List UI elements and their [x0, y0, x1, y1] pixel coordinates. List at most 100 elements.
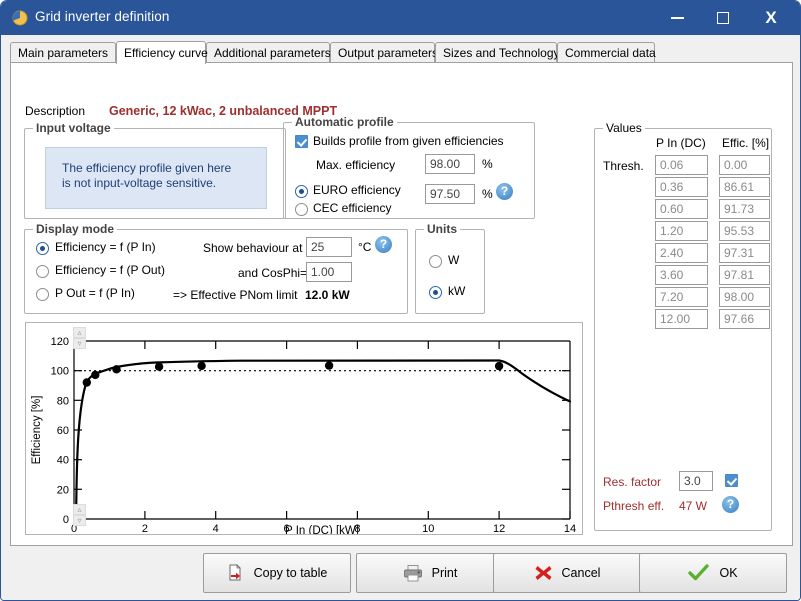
display-mode-radio-eff-fpin[interactable]: [36, 242, 49, 255]
svg-text:2: 2: [142, 523, 148, 534]
res-factor-label: Res. factor: [603, 475, 662, 489]
display-mode-group: Display mode Efficiency = f (P In) Effic…: [24, 222, 408, 314]
pin-input-6[interactable]: 7.20: [655, 287, 708, 307]
max-efficiency-label: Max. efficiency: [316, 158, 396, 172]
copy-to-table-label: Copy to table: [253, 566, 328, 580]
efficiency-chart-svg: 020 4060 80100 120 02 46 8 10 12 14 P In…: [31, 336, 576, 534]
efficiency-chart: 0 20 40 60 80 100 120 02 46 8 10 12 14 P…: [25, 322, 583, 535]
cec-efficiency-label: CEC efficiency: [313, 201, 392, 215]
tab-commercial-data[interactable]: Commercial data: [557, 42, 656, 63]
cancel-button[interactable]: Cancel: [493, 553, 641, 593]
svg-text:120: 120: [51, 336, 69, 348]
description-label: Description: [25, 104, 86, 118]
input-voltage-group-title: Input voltage: [33, 121, 114, 135]
res-factor-input[interactable]: 3.0: [679, 471, 713, 491]
print-label: Print: [431, 566, 458, 580]
pin-input-7[interactable]: 12.00: [655, 309, 708, 329]
printer-icon: [403, 564, 423, 582]
res-factor-checkbox[interactable]: [725, 474, 738, 487]
automatic-profile-help-icon[interactable]: ?: [496, 183, 513, 200]
ok-button[interactable]: OK: [639, 553, 787, 593]
maximize-button[interactable]: [700, 1, 746, 35]
close-x-icon: [534, 564, 553, 582]
tab-strip: Main parameters Efficiency curve Additio…: [10, 41, 793, 64]
pin-input-3[interactable]: 1.20: [655, 221, 708, 241]
effic-input-2[interactable]: 91.73: [719, 199, 770, 219]
cec-efficiency-radio[interactable]: [295, 203, 308, 216]
effic-input-3[interactable]: 95.53: [719, 221, 770, 241]
input-voltage-message: The efficiency profile given here is not…: [45, 147, 267, 209]
y-axis-min-down-spinner[interactable]: ▿: [73, 515, 86, 526]
tab-sizes-and-technology[interactable]: Sizes and Technology: [435, 42, 560, 63]
display-mode-radio-pout-fpin[interactable]: [36, 288, 49, 301]
thresh-label: Thresh.: [603, 159, 644, 173]
show-behaviour-label: Show behaviour at: [203, 241, 303, 255]
pthresh-value: 47 W: [679, 499, 708, 513]
display-mode-label-pout-fpin: P Out = f (P In): [55, 286, 135, 300]
euro-efficiency-input[interactable]: 97.50: [425, 184, 475, 204]
effic-input-0[interactable]: 0.00: [719, 155, 770, 175]
effic-input-6[interactable]: 98.00: [719, 287, 770, 307]
pthresh-label: Pthresh eff.: [603, 499, 665, 513]
y-axis-max-down-spinner[interactable]: ▿: [73, 338, 86, 349]
automatic-profile-group-title: Automatic profile: [292, 115, 397, 129]
svg-text:12: 12: [493, 523, 505, 534]
values-group-title: Values: [603, 121, 645, 135]
builds-profile-checkbox[interactable]: [295, 135, 308, 148]
automatic-profile-group: Automatic profile Builds profile from gi…: [283, 115, 535, 219]
y-axis-min-up-spinner[interactable]: ▵: [73, 504, 86, 515]
efficiency-curve-path: [75, 359, 501, 521]
values-col-header-pin: P In (DC): [656, 136, 706, 150]
display-mode-label-eff-fpin: Efficiency = f (P In): [55, 240, 156, 254]
pin-input-4[interactable]: 2.40: [655, 243, 708, 263]
pnom-limit-value: 12.0 kW: [305, 288, 350, 302]
copy-to-table-button[interactable]: Copy to table: [203, 553, 351, 593]
checkmark-icon: [688, 564, 710, 582]
title-bar: Grid inverter definition X: [1, 1, 800, 35]
maximize-icon: [717, 12, 729, 24]
tab-additional-parameters[interactable]: Additional parameters: [206, 42, 331, 63]
display-mode-label-eff-fpout: Efficiency = f (P Out): [55, 263, 165, 277]
display-mode-radio-eff-fpout[interactable]: [36, 265, 49, 278]
y-axis-max-up-spinner[interactable]: ▵: [73, 327, 86, 338]
pnom-limit-label: => Effective PNom limit: [173, 288, 298, 302]
tab-efficiency-curve[interactable]: Efficiency curve: [116, 41, 208, 64]
builds-profile-label: Builds profile from given efficiencies: [313, 134, 504, 148]
display-mode-help-icon[interactable]: ?: [375, 236, 392, 253]
pin-input-2[interactable]: 0.60: [655, 199, 708, 219]
effic-input-7[interactable]: 97.66: [719, 309, 770, 329]
units-radio-kw[interactable]: [429, 286, 442, 299]
units-radio-w[interactable]: [429, 255, 442, 268]
svg-text:40: 40: [57, 455, 69, 467]
tab-output-parameters[interactable]: Output parameters: [330, 42, 438, 63]
cancel-label: Cancel: [561, 566, 601, 580]
chart-ylabel: Efficiency [%]: [31, 396, 43, 465]
minimize-button[interactable]: [654, 1, 700, 35]
efficiency-data-points: [73, 361, 504, 522]
input-voltage-group: Input voltage The efficiency profile giv…: [24, 121, 286, 219]
grid-inverter-definition-window: Grid inverter definition X Main paramete…: [0, 0, 801, 601]
pin-input-5[interactable]: 3.60: [655, 265, 708, 285]
show-behaviour-input[interactable]: 25: [306, 237, 352, 257]
close-button[interactable]: X: [748, 1, 794, 35]
client-area: Main parameters Efficiency curve Additio…: [1, 35, 800, 600]
max-efficiency-input[interactable]: 98.00: [425, 154, 475, 174]
units-label-kw: kW: [448, 284, 466, 298]
pin-input-1[interactable]: 0.36: [655, 177, 708, 197]
pin-input-0[interactable]: 0.06: [655, 155, 708, 175]
print-button[interactable]: Print: [356, 553, 504, 593]
max-efficiency-unit: %: [482, 157, 493, 171]
units-group: Units W kW: [415, 222, 485, 314]
cosphi-input[interactable]: 1.00: [306, 262, 352, 282]
effic-input-4[interactable]: 97.31: [719, 243, 770, 263]
effic-input-5[interactable]: 97.81: [719, 265, 770, 285]
units-label-w: W: [448, 253, 460, 267]
input-voltage-message-line2: is not input-voltage sensitive.: [62, 176, 217, 190]
tab-main-parameters[interactable]: Main parameters: [10, 42, 116, 63]
effic-input-1[interactable]: 86.61: [719, 177, 770, 197]
overload-curve-path: [498, 359, 572, 403]
values-help-icon[interactable]: ?: [722, 496, 739, 513]
minimize-icon: [670, 17, 684, 19]
euro-efficiency-radio[interactable]: [295, 185, 308, 198]
svg-text:14: 14: [564, 523, 576, 534]
